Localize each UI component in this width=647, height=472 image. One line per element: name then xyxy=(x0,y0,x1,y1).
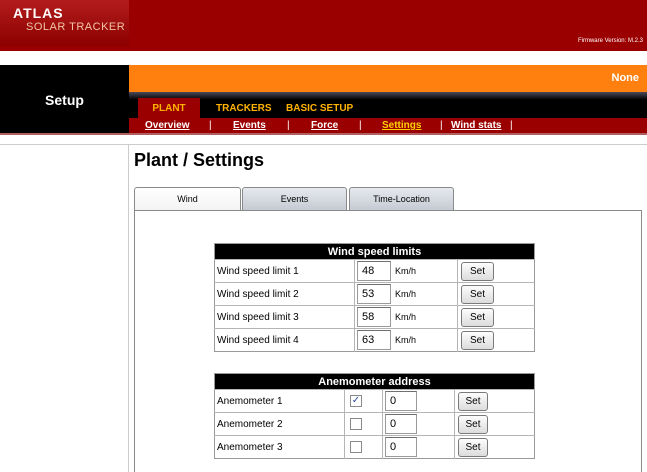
wind-limit-1-input[interactable]: 48 xyxy=(357,261,391,281)
anemometer-3-checkbox[interactable] xyxy=(350,441,362,453)
unit-label: Km/h xyxy=(395,334,417,345)
tab-panel: Wind speed limits Wind speed limit 1 48 K… xyxy=(134,210,642,472)
logo: ATLAS SOLAR TRACKER xyxy=(0,0,129,46)
wind-limit-3-input[interactable]: 58 xyxy=(357,307,391,327)
wind-limit-label: Wind speed limit 1 xyxy=(214,259,355,283)
wind-limit-4-input[interactable]: 63 xyxy=(357,330,391,350)
set-wind-limit-2-button[interactable]: Set xyxy=(461,284,494,304)
table-row: Wind speed limit 1 48 Km/h Set xyxy=(214,259,535,283)
sub-nav-events[interactable]: Events xyxy=(233,120,266,131)
table-title: Wind speed limits xyxy=(214,243,535,260)
wind-limit-cell: 53 Km/h xyxy=(354,282,458,306)
set-cell: Set xyxy=(457,305,535,329)
address-cell: 0 xyxy=(382,412,455,436)
separator: | xyxy=(510,120,513,131)
separator: | xyxy=(440,120,443,131)
logo-subtitle: SOLAR TRACKER xyxy=(26,21,126,33)
set-wind-limit-3-button[interactable]: Set xyxy=(461,307,494,327)
firmware-version: Firmware Version: M.2.3 xyxy=(577,38,643,44)
tab-trackers[interactable]: TRACKERS xyxy=(216,103,272,114)
wind-limit-2-input[interactable]: 53 xyxy=(357,284,391,304)
set-cell: Set xyxy=(454,412,535,436)
set-anemometer-3-button[interactable]: Set xyxy=(458,437,488,457)
tab-wind[interactable]: Wind xyxy=(134,187,241,212)
logo-title: ATLAS xyxy=(13,5,64,21)
sidebar-title: Setup xyxy=(0,65,129,133)
anemometer-2-checkbox[interactable] xyxy=(350,418,362,430)
set-cell: Set xyxy=(457,328,535,352)
separator: | xyxy=(359,120,362,131)
tab-plant[interactable]: PLANT xyxy=(138,98,200,118)
sub-nav-wind-stats[interactable]: Wind stats xyxy=(451,120,501,131)
anemometer-1-checkbox[interactable]: ✓ xyxy=(350,395,362,407)
sub-nav-force[interactable]: Force xyxy=(311,120,338,131)
table-row: Anemometer 3 0 Set xyxy=(214,435,535,459)
header-gap xyxy=(0,51,647,65)
checkbox-cell xyxy=(344,435,383,459)
main-tabs-bar: PLANT TRACKERS BASIC SETUP xyxy=(129,92,647,118)
page-title: Plant / Settings xyxy=(134,150,265,170)
set-cell: Set xyxy=(454,389,535,413)
header-bar: ATLAS SOLAR TRACKER Firmware Version: M.… xyxy=(0,0,647,51)
status-text: None xyxy=(611,72,640,84)
address-cell: 0 xyxy=(382,389,455,413)
checkbox-cell: ✓ xyxy=(344,389,383,413)
table-row: Wind speed limit 3 58 Km/h Set xyxy=(214,305,535,329)
sub-nav: Overview | Events | Force | Settings | W… xyxy=(129,118,647,133)
unit-label: Km/h xyxy=(395,265,417,276)
anemometer-label: Anemometer 1 xyxy=(214,389,345,413)
anemometer-2-address-input[interactable]: 0 xyxy=(385,414,417,434)
table-row: Wind speed limit 2 53 Km/h Set xyxy=(214,282,535,306)
checkbox-cell xyxy=(344,412,383,436)
address-cell: 0 xyxy=(382,435,455,459)
table-row: Anemometer 2 0 Set xyxy=(214,412,535,436)
wind-limit-label: Wind speed limit 4 xyxy=(214,328,355,352)
divider xyxy=(0,135,647,145)
table-row: Wind speed limit 4 63 Km/h Set xyxy=(214,328,535,352)
tab-basic-setup[interactable]: BASIC SETUP xyxy=(286,103,353,114)
tab-events[interactable]: Events xyxy=(242,187,347,211)
anemometer-1-address-input[interactable]: 0 xyxy=(385,391,417,411)
set-cell: Set xyxy=(457,259,535,283)
set-wind-limit-4-button[interactable]: Set xyxy=(461,330,494,350)
set-wind-limit-1-button[interactable]: Set xyxy=(461,261,494,281)
unit-label: Km/h xyxy=(395,288,417,299)
table-title: Anemometer address xyxy=(214,373,535,390)
set-cell: Set xyxy=(457,282,535,306)
wind-limit-cell: 58 Km/h xyxy=(354,305,458,329)
sub-nav-overview[interactable]: Overview xyxy=(145,120,189,131)
tab-time-location[interactable]: Time-Location xyxy=(349,187,454,211)
unit-label: Km/h xyxy=(395,311,417,322)
wind-speed-limits-table: Wind speed limits Wind speed limit 1 48 K… xyxy=(214,243,535,352)
separator: | xyxy=(287,120,290,131)
wind-limit-cell: 63 Km/h xyxy=(354,328,458,352)
set-cell: Set xyxy=(454,435,535,459)
set-anemometer-2-button[interactable]: Set xyxy=(458,414,488,434)
status-bar: None xyxy=(129,65,647,92)
wind-limit-label: Wind speed limit 2 xyxy=(214,282,355,306)
anemometer-label: Anemometer 3 xyxy=(214,435,345,459)
anemometer-address-table: Anemometer address Anemometer 1 ✓ 0 Set … xyxy=(214,373,535,459)
separator: | xyxy=(209,120,212,131)
set-anemometer-1-button[interactable]: Set xyxy=(458,391,488,411)
sub-nav-settings[interactable]: Settings xyxy=(382,120,421,131)
anemometer-3-address-input[interactable]: 0 xyxy=(385,437,417,457)
table-row: Anemometer 1 ✓ 0 Set xyxy=(214,389,535,413)
wind-limit-label: Wind speed limit 3 xyxy=(214,305,355,329)
sidebar-divider xyxy=(128,145,129,472)
anemometer-label: Anemometer 2 xyxy=(214,412,345,436)
wind-limit-cell: 48 Km/h xyxy=(354,259,458,283)
